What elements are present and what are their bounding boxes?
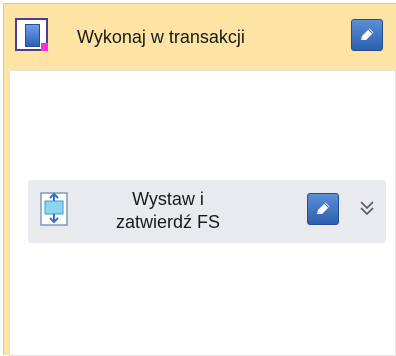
edit-action-button[interactable] [307, 193, 339, 225]
action-label-line2: zatwierdź FS [115, 212, 221, 232]
action-item[interactable]: Wystaw i zatwierdź FS [28, 180, 386, 243]
pencil-icon [361, 28, 374, 40]
action-label: Wystaw i zatwierdź FS [98, 188, 238, 234]
transaction-icon [15, 18, 48, 51]
transaction-block: Wykonaj w transakcji Wystaw i zatwierdź … [3, 3, 396, 356]
edit-header-button[interactable] [351, 19, 383, 51]
document-convert-icon [40, 192, 68, 226]
action-label-line1: Wystaw i [132, 189, 204, 209]
pencil-icon [317, 202, 330, 214]
block-header: Wykonaj w transakcji [4, 4, 396, 70]
block-title: Wykonaj w transakcji [77, 27, 245, 47]
double-chevron-down-icon[interactable] [359, 198, 375, 218]
